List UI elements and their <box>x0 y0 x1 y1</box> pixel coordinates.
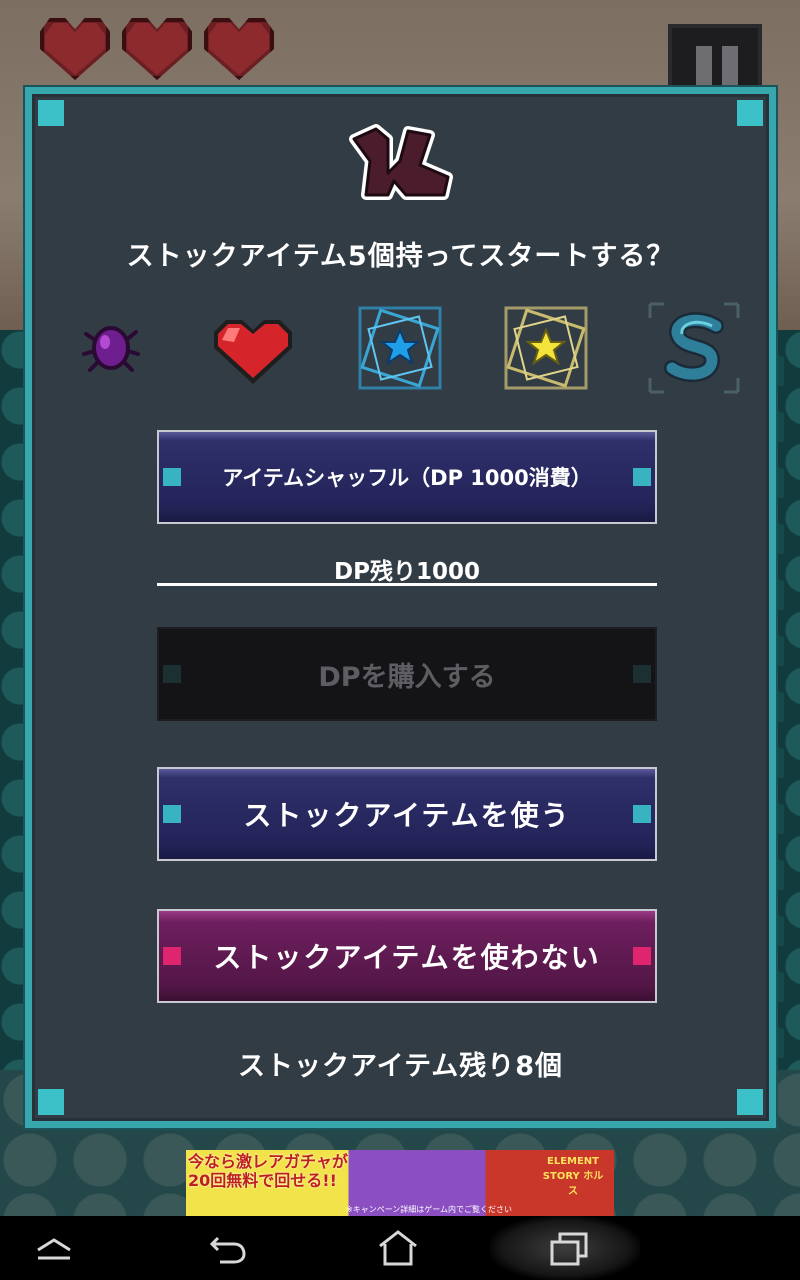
frame-corner <box>38 1089 64 1115</box>
no-use-stock-item-label: ストックアイテムを使わない <box>213 941 601 974</box>
life-heart-icon <box>40 18 110 80</box>
recents-icon[interactable] <box>548 1228 592 1268</box>
red-heart-icon <box>214 320 292 384</box>
system-nav-bar <box>0 1216 800 1280</box>
item-shuffle-button[interactable]: アイテムシャッフル（DP 1000消費） <box>157 430 657 524</box>
life-hearts <box>40 18 274 80</box>
stock-item-row <box>32 302 769 402</box>
back-icon[interactable] <box>206 1228 250 1268</box>
button-tab <box>163 468 181 486</box>
life-heart-icon <box>204 18 274 80</box>
button-tab <box>633 947 651 965</box>
no-use-stock-item-button[interactable]: ストックアイテムを使わない <box>157 909 657 1003</box>
dialog-question: ストックアイテム5個持ってスタートする？ <box>126 241 675 272</box>
divider <box>157 583 657 586</box>
use-stock-item-label: ストックアイテムを使う <box>243 799 571 832</box>
item-shuffle-label: アイテムシャッフル（DP 1000消費） <box>222 466 592 490</box>
ad-note: ※キャンペーン詳細はゲーム内でご覧ください <box>346 1205 513 1214</box>
button-tab <box>633 665 651 683</box>
ad-brand: ELEMENT STORY ホルス <box>542 1156 604 1197</box>
life-heart-icon <box>122 18 192 80</box>
buy-dp-button[interactable]: DPを購入する <box>157 627 657 721</box>
stock-item-dialog: ストックアイテム5個持ってスタートする？ アイテムシャッフル（DP 1000消費… <box>25 87 776 1128</box>
blue-star-icon <box>358 306 442 390</box>
home-icon[interactable] <box>376 1228 420 1268</box>
frame-corner <box>38 100 64 126</box>
button-tab <box>633 468 651 486</box>
button-tab <box>633 805 651 823</box>
buy-dp-label: DPを購入する <box>318 661 496 693</box>
ad-headline: 今なら激レアガチャが20回無料で回せる!! <box>188 1152 348 1190</box>
up-menu-icon[interactable] <box>32 1228 76 1268</box>
ad-banner[interactable]: 今なら激レアガチャが20回無料で回せる!! ELEMENT STORY ホルス … <box>186 1150 614 1216</box>
frame-corner <box>737 1089 763 1115</box>
button-tab <box>163 665 181 683</box>
yellow-star-icon <box>504 306 588 390</box>
button-tab <box>163 805 181 823</box>
button-tab <box>163 947 181 965</box>
blue-snake-icon <box>648 302 740 394</box>
dp-remaining-text: DP残り1000 <box>334 559 480 585</box>
use-stock-item-button[interactable]: ストックアイテムを使う <box>157 767 657 861</box>
purple-spider-icon <box>82 326 140 372</box>
stock-remaining-text: ストックアイテム残り8個 <box>237 1051 564 1082</box>
game-logo-icon <box>349 124 453 200</box>
frame-corner <box>737 100 763 126</box>
